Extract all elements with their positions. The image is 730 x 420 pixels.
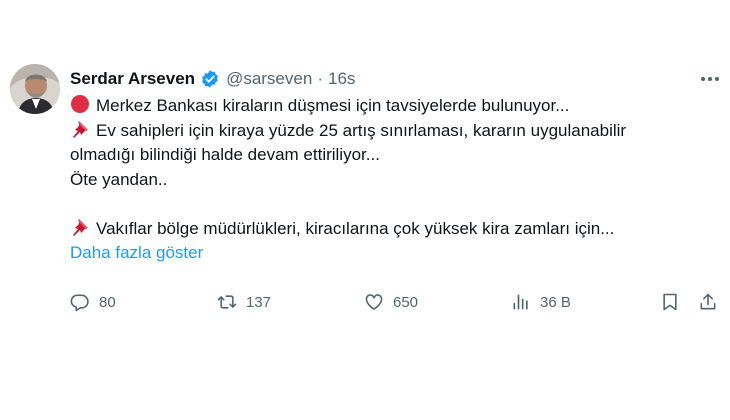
tweet-line-text: Öte yandan.. (70, 169, 168, 189)
bookmark-button[interactable] (660, 290, 680, 314)
retweet-count: 137 (246, 293, 272, 311)
tweet-line-text: Ev sahipleri için kiraya yüzde 25 artış … (96, 120, 627, 140)
avatar[interactable] (10, 64, 60, 114)
tweet-header: Serdar Arseven @sarseven · 16s (70, 68, 355, 90)
retweet-icon (217, 292, 237, 312)
share-icon (698, 292, 718, 312)
pushpin-icon (70, 217, 92, 245)
reply-button[interactable]: 80 (70, 290, 116, 314)
verified-badge-icon (200, 69, 220, 89)
views-count: 36 B (540, 293, 571, 311)
views-icon (511, 292, 531, 312)
reply-count: 80 (99, 293, 116, 311)
tweet-line: Ev sahipleri için kiraya yüzde 25 artış … (70, 119, 710, 144)
bookmark-icon (660, 292, 680, 312)
pushpin-icon (70, 119, 92, 147)
retweet-button[interactable]: 137 (217, 290, 271, 314)
tweet-card[interactable]: Serdar Arseven @sarseven · 16s Merkez Ba… (0, 0, 730, 420)
share-button[interactable] (698, 290, 718, 314)
views-button[interactable]: 36 B (511, 290, 571, 314)
reply-icon (70, 292, 90, 312)
tweet-text: Merkez Bankası kiraların düşmesi için ta… (70, 94, 710, 266)
tweet-line: Merkez Bankası kiraların düşmesi için ta… (70, 94, 710, 119)
author-handle[interactable]: @sarseven (226, 69, 312, 89)
separator-dot: · (317, 69, 323, 88)
show-more-link[interactable]: Daha fazla göster (70, 243, 203, 262)
tweet-line: Vakıflar bölge müdürlükleri, kiracıların… (70, 217, 710, 242)
action-bar: 80 137 650 36 B (70, 290, 720, 314)
heart-icon (364, 292, 384, 312)
tweet-line-text: Vakıflar bölge müdürlükleri, kiracıların… (96, 218, 615, 238)
tweet-line-text: Merkez Bankası kiraların düşmesi için ta… (96, 96, 570, 115)
red-circle-icon (70, 94, 92, 122)
more-horizontal-icon[interactable] (698, 70, 722, 88)
author-name[interactable]: Serdar Arseven (70, 69, 195, 89)
like-button[interactable]: 650 (364, 290, 418, 314)
like-count: 650 (393, 293, 419, 311)
show-more-link-row: Daha fazla göster (70, 241, 710, 266)
timestamp[interactable]: 16s (328, 69, 355, 89)
tweet-line: olmadığı bilindiği halde devam ettiriliy… (70, 143, 710, 168)
tweet-line-text: olmadığı bilindiği halde devam ettiriliy… (70, 145, 380, 164)
tweet-line: Öte yandan.. (70, 168, 710, 193)
